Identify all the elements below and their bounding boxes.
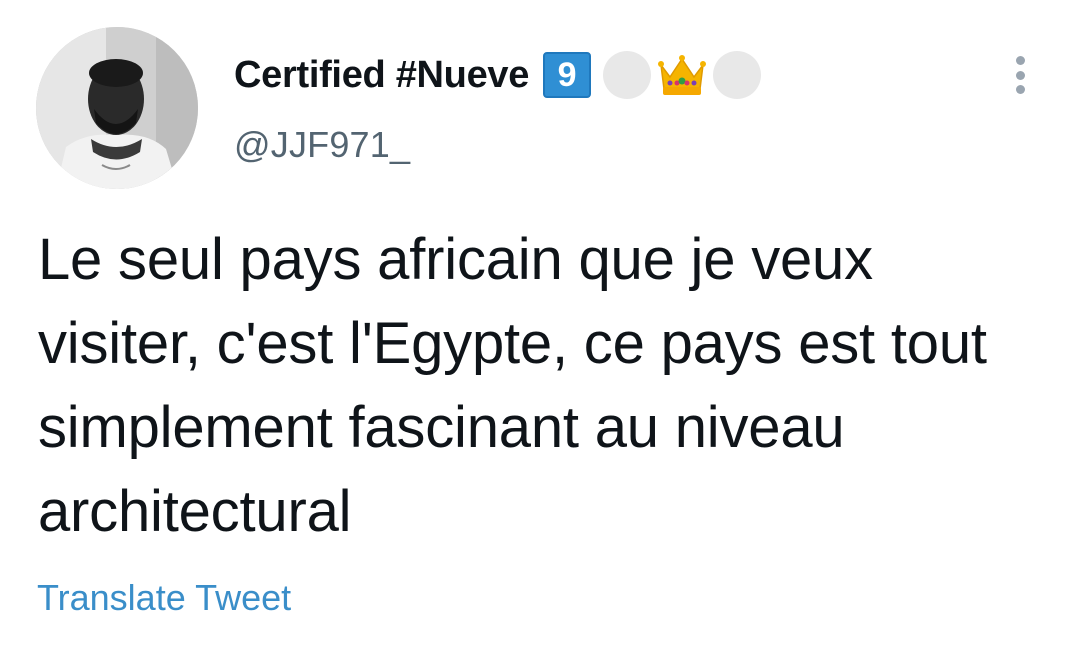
avatar[interactable] <box>36 27 198 189</box>
white-circle-icon <box>713 51 762 99</box>
more-options-button[interactable] <box>1004 52 1036 98</box>
crown-icon <box>657 53 707 97</box>
author-name-row: Certified #Nueve 9 <box>234 50 762 100</box>
author-display-name[interactable]: Certified #Nueve <box>234 54 529 97</box>
tweet-text: Le seul pays africain que je veux visite… <box>38 227 987 544</box>
more-vertical-icon <box>1015 56 1025 65</box>
translate-tweet-link[interactable]: Translate Tweet <box>37 577 291 619</box>
user-avatar-photo <box>36 27 198 189</box>
keycap-nine-emoji: 9 <box>543 52 592 98</box>
author-handle[interactable]: @JJF971_ <box>234 124 410 166</box>
white-circle-icon <box>603 51 652 99</box>
